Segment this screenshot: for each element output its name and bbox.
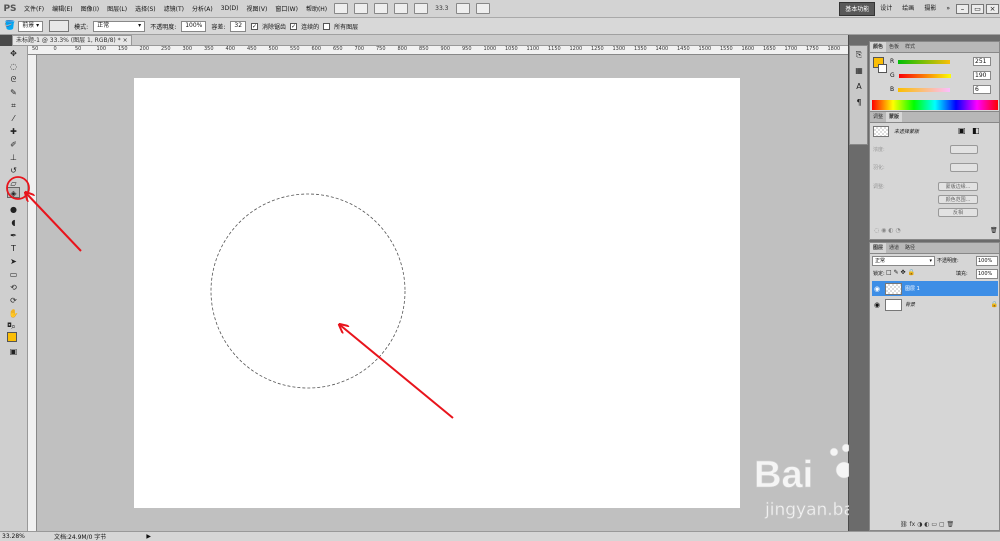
tab-layers[interactable]: 图层 [870, 243, 887, 253]
invert-button[interactable]: 反相 [938, 208, 978, 217]
fill-input[interactable]: 100% [976, 269, 998, 279]
tab-channels[interactable]: 通道 [886, 243, 902, 253]
status-doc-size: 文档:24.9M/0 字节 [54, 534, 107, 541]
character-panel-icon[interactable]: A [854, 82, 864, 92]
layer-opacity-input[interactable]: 100% [976, 256, 998, 266]
lock-icons[interactable]: □ ✎ ✥ 🔒 [886, 269, 915, 276]
panel-background-swatch[interactable] [878, 64, 887, 73]
panel-dock: ⎘ ▦ A ¶ 颜色 色板 样式 R 251 G 190 B 6 调整 蒙版 未… [849, 35, 1000, 531]
vector-mask-icon[interactable]: ◧ [972, 126, 980, 135]
watermark-brand: Bai [754, 454, 813, 496]
mask-edge-button[interactable]: 蒙版边缘... [938, 182, 978, 191]
layer-thumbnail [885, 282, 902, 295]
blend-mode-value: 正常 [875, 258, 886, 264]
color-spectrum[interactable] [872, 100, 998, 110]
red-slider[interactable]: R [890, 57, 951, 66]
paragraph-panel-icon[interactable]: ¶ [854, 98, 864, 108]
density-input[interactable] [950, 145, 978, 154]
mask-footer-icons[interactable]: ◌ ◉ ◐ ◔ [874, 227, 901, 234]
masks-panel: 调整 蒙版 未选择蒙版 ▣ ◧ 浓度: 羽化: 调整: 蒙版边缘... 颜色范围… [869, 111, 1000, 240]
green-value[interactable]: 190 [973, 71, 991, 80]
tool-highlight-circle [6, 176, 30, 200]
blue-label: B [890, 86, 895, 93]
blue-value[interactable]: 6 [973, 85, 991, 94]
blend-mode-select[interactable]: 正常 ▾ [872, 256, 935, 266]
feather-input[interactable] [950, 163, 978, 172]
visibility-eye-icon[interactable]: ◉ [872, 285, 882, 293]
mask-delete-icon[interactable]: 🗑 [990, 227, 998, 234]
tab-styles[interactable]: 样式 [902, 42, 918, 52]
refine-label: 调整: [873, 184, 885, 190]
history-panel-icon[interactable]: ⎘ [854, 50, 864, 60]
layers-panel-tabs: 图层 通道 路径 [870, 243, 999, 254]
tab-masks[interactable]: 蒙版 [886, 112, 903, 122]
fill-label: 填充: [956, 271, 968, 277]
arrow-to-paint-bucket [26, 193, 82, 252]
visibility-eye-icon[interactable]: ◉ [872, 301, 882, 309]
icon-dock: ⎘ ▦ A ¶ [849, 45, 868, 145]
layer-name[interactable]: 图层 1 [905, 285, 920, 292]
tab-color[interactable]: 颜色 [870, 42, 887, 52]
color-panel: 颜色 色板 样式 R 251 G 190 B 6 [869, 41, 1000, 113]
pixel-mask-icon[interactable]: ▣ [958, 126, 966, 135]
layers-footer-icons[interactable]: ⛓ fx ◑ ◐ ▭ ▢ 🗑 [900, 521, 954, 528]
blue-slider[interactable]: B [890, 85, 951, 94]
color-panel-tabs: 颜色 色板 样式 [870, 42, 999, 53]
layers-panel: 图层 通道 路径 正常 ▾ 不透明度: 100% 锁定: □ ✎ ✥ 🔒 填充: … [869, 242, 1000, 531]
red-value[interactable]: 251 [973, 57, 991, 66]
color-range-button[interactable]: 颜色范围... [938, 195, 978, 204]
status-zoom[interactable]: 33.28% [0, 533, 25, 540]
lock-label: 锁定: [873, 271, 885, 277]
tab-paths[interactable]: 路径 [902, 243, 918, 253]
green-label: G [890, 72, 895, 79]
tab-swatches[interactable]: 色板 [886, 42, 902, 52]
green-slider[interactable]: G [890, 71, 951, 80]
layer-thumbnail [885, 298, 902, 311]
layer-row-1[interactable]: ◉ 图层 1 [872, 281, 998, 296]
layer-row-background[interactable]: ◉ 背景 🔒 [872, 297, 998, 312]
layer-name[interactable]: 背景 [905, 301, 915, 308]
status-bar: 33.28% 文档:24.9M/0 字节 ▶ [0, 531, 1000, 541]
tab-adjustments[interactable]: 调整 [870, 112, 886, 122]
arrow-to-selection [340, 325, 454, 419]
red-label: R [890, 58, 895, 65]
density-label: 浓度: [873, 147, 885, 153]
mask-thumbnail [873, 126, 889, 137]
no-mask-label: 未选择蒙版 [894, 129, 920, 135]
circular-selection-marquee [210, 193, 406, 389]
status-menu-arrow-icon[interactable]: ▶ [146, 533, 151, 540]
masks-panel-tabs: 调整 蒙版 [870, 112, 999, 123]
actions-panel-icon[interactable]: ▦ [854, 66, 864, 76]
lock-icon: 🔒 [990, 301, 998, 308]
feather-label: 羽化: [873, 165, 885, 171]
layer-opacity-label: 不透明度: [937, 258, 959, 264]
